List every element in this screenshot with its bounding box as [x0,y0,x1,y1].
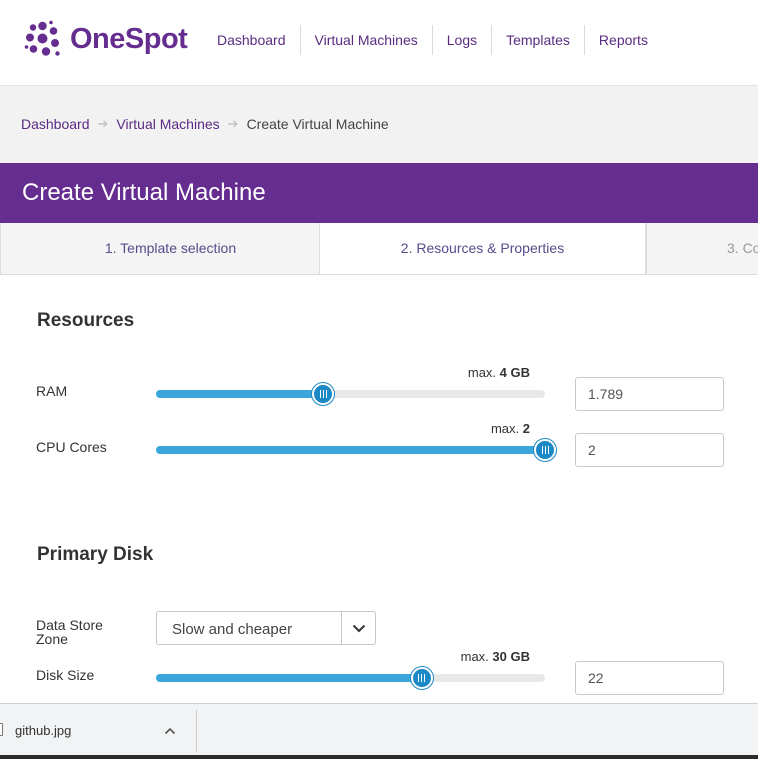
main-nav: Dashboard Virtual Machines Logs Template… [203,25,662,55]
cpu-cores-slider[interactable] [156,439,556,461]
breadcrumb-bar: Dashboard ➔ Virtual Machines ➔ Create Vi… [0,86,758,163]
cpu-max-value: 2 [522,421,530,436]
page-title-bar: Create Virtual Machine [0,163,758,223]
cpu-cores-input[interactable] [575,433,724,467]
ram-max-prefix: max. [467,365,497,380]
tab-step-3[interactable]: 3. Co [646,223,758,274]
breadcrumb: Dashboard ➔ Virtual Machines ➔ Create Vi… [21,116,389,132]
nav-dashboard[interactable]: Dashboard [203,25,301,55]
file-icon [0,723,3,736]
data-store-zone-label: Data Store Zone [36,617,103,647]
disk-slider-handle[interactable] [410,667,433,689]
ram-max-value: 4 GB [499,365,530,380]
disk-size-slider[interactable] [156,667,545,689]
disk-size-label: Disk Size [36,667,95,683]
nav-templates[interactable]: Templates [492,25,585,55]
ram-slider[interactable] [156,383,545,405]
disk-size-input[interactable] [575,661,724,695]
brand-name: OneSpot [70,22,188,55]
data-store-zone-select[interactable]: Slow and cheaper [156,611,376,645]
resources-heading: Resources [37,310,135,331]
breadcrumb-dashboard[interactable]: Dashboard [21,116,90,132]
download-item[interactable]: github.jpg [0,710,197,752]
breadcrumb-current: Create Virtual Machine [246,116,389,132]
cpu-slider-handle[interactable] [534,439,556,461]
arrow-right-icon: ➔ [97,116,109,131]
top-header: OneSpot Dashboard Virtual Machines Logs … [0,0,758,86]
cpu-max-prefix: max. [490,421,520,436]
cpu-max-label: max. 2 [491,421,530,436]
tab-resources-properties[interactable]: 2. Resources & Properties [319,223,646,274]
onespot-logo[interactable]: OneSpot [24,20,188,57]
ram-slider-handle[interactable] [312,383,335,405]
cpu-cores-label: CPU Cores [36,439,107,455]
ram-max-label: max. 4 GB [468,365,530,380]
ram-label: RAM [36,383,68,399]
disk-slider-fill [156,674,422,682]
disk-max-prefix: max. [460,649,489,664]
download-file-name: github.jpg [15,723,72,738]
page-title: Create Virtual Machine [22,179,266,206]
disk-max-value: 30 GB [492,649,530,664]
nav-logs[interactable]: Logs [433,25,493,55]
data-store-zone-value: Slow and cheaper [172,621,293,638]
cpu-slider-fill [156,446,545,454]
nav-virtual-machines[interactable]: Virtual Machines [301,25,433,55]
breadcrumb-virtual-machines[interactable]: Virtual Machines [116,116,219,132]
onespot-logo-icon [24,20,60,56]
arrow-right-icon: ➔ [227,116,239,131]
primary-disk-heading: Primary Disk [37,544,154,565]
wizard-tabs: 1. Template selection 2. Resources & Pro… [0,223,758,275]
ram-slider-fill [156,390,324,398]
disk-max-label: max. 30 GB [461,649,530,664]
chevron-up-icon[interactable] [164,722,176,740]
chevron-down-icon[interactable] [341,612,375,644]
nav-reports[interactable]: Reports [585,25,662,55]
ram-input[interactable] [575,377,724,411]
download-bar: github.jpg [0,703,758,759]
tab-template-selection[interactable]: 1. Template selection [0,223,320,274]
